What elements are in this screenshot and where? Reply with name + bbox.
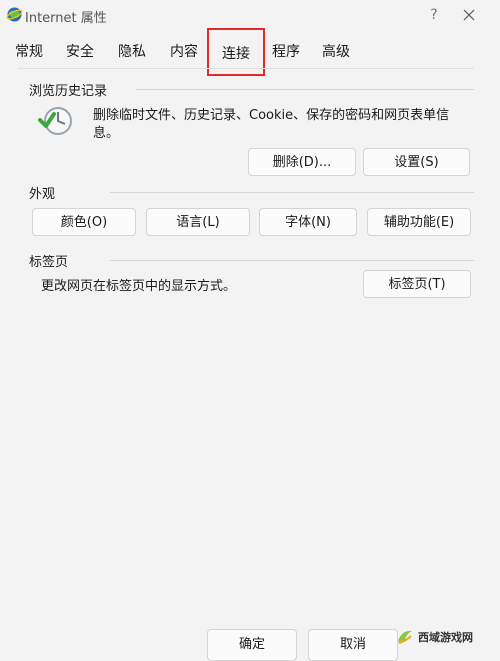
ok-button[interactable]: 确定 <box>207 629 297 661</box>
appearance-rule <box>110 192 474 193</box>
languages-button[interactable]: 语言(L) <box>146 208 250 236</box>
watermark: 西域游戏网 <box>396 624 496 650</box>
tab-pages-rule <box>110 260 474 261</box>
internet-globe-icon <box>6 7 23 22</box>
accessibility-button[interactable]: 辅助功能(E) <box>367 208 471 236</box>
tab-strip: 常规 安全 隐私 内容 连接 程序 高级 <box>0 28 500 76</box>
tab-privacy[interactable]: 隐私 <box>112 36 152 68</box>
close-icon <box>463 9 475 21</box>
delete-history-button[interactable]: 删除(D)... <box>248 148 356 176</box>
tab-pages-title: 标签页 <box>29 255 69 270</box>
browsing-history-description: 删除临时文件、历史记录、Cookie、保存的密码和网页表单信息。 <box>93 108 450 141</box>
tab-pages-settings-button[interactable]: 标签页(T) <box>363 270 471 298</box>
tab-content[interactable]: 内容 <box>164 36 204 68</box>
tab-general[interactable]: 常规 <box>10 36 48 68</box>
browsing-history-title: 浏览历史记录 <box>29 84 108 99</box>
close-button[interactable] <box>446 2 492 28</box>
tab-advanced[interactable]: 高级 <box>316 36 356 68</box>
tab-programs[interactable]: 程序 <box>266 36 306 68</box>
cancel-button[interactable]: 取消 <box>308 629 398 661</box>
browsing-history-rule <box>136 89 474 90</box>
help-button[interactable]: ? <box>422 4 446 26</box>
history-clock-icon <box>38 107 72 135</box>
appearance-title: 外观 <box>29 187 56 202</box>
watermark-text: 西域游戏网 <box>418 631 473 644</box>
colors-button[interactable]: 颜色(O) <box>32 208 136 236</box>
history-settings-button[interactable]: 设置(S) <box>363 148 470 176</box>
watermark-logo-icon <box>398 630 412 644</box>
tab-pages-description: 更改网页在标签页中的显示方式。 <box>41 279 237 294</box>
tab-security[interactable]: 安全 <box>60 36 100 68</box>
tab-divider <box>18 68 474 69</box>
fonts-button[interactable]: 字体(N) <box>259 208 357 236</box>
window-title: Internet 属性 <box>25 11 107 26</box>
